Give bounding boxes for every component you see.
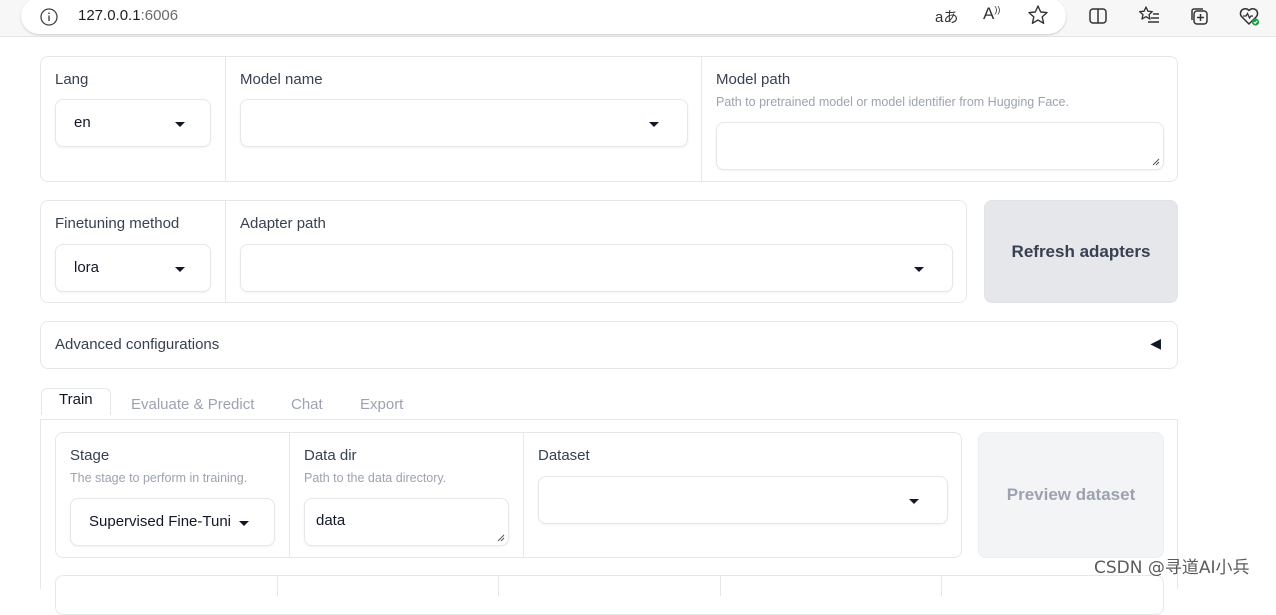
finetuning-method-dropdown[interactable]: lora [55, 244, 211, 292]
browser-toolbar: 127.0.0.1:6006 aあ A)) [0, 0, 1276, 37]
browser-essentials-icon[interactable] [1238, 5, 1260, 27]
divider [498, 576, 499, 596]
adapter-path-group: Adapter path [225, 201, 966, 302]
stage-label: Stage [70, 447, 110, 464]
chevron-down-icon [909, 499, 919, 504]
data-dir-label: Data dir [304, 447, 357, 464]
model-path-group: Model path Path to pretrained model or m… [701, 57, 1177, 181]
info-icon[interactable] [40, 8, 58, 26]
model-path-label: Model path [716, 71, 791, 88]
data-dir-info: Path to the data directory. [304, 471, 447, 485]
tab-train[interactable]: Train [41, 388, 111, 415]
translate-icon[interactable]: aあ [935, 6, 958, 27]
resize-handle-icon[interactable] [497, 534, 505, 542]
dataset-config-row: Stage The stage to perform in training. … [55, 432, 962, 558]
collections-icon[interactable] [1188, 5, 1210, 27]
stage-dropdown[interactable]: Supervised Fine-Tuni [70, 498, 275, 546]
finetuning-method-value: lora [74, 259, 100, 276]
divider [277, 576, 278, 596]
resize-handle-icon[interactable] [1152, 158, 1160, 166]
tab-chat[interactable]: Chat [291, 396, 323, 413]
stage-info: The stage to perform in training. [70, 471, 248, 485]
training-params-row [55, 575, 1164, 615]
tab-evaluate-predict[interactable]: Evaluate & Predict [131, 396, 254, 413]
advanced-configurations-accordion[interactable]: Advanced configurations ◀ [40, 321, 1178, 369]
adapter-config-row: Finetuning method lora Adapter path [40, 200, 967, 303]
model-config-row: Lang en Model name Model path Path to pr… [40, 56, 1178, 182]
finetuning-method-group: Finetuning method lora [41, 201, 225, 302]
lang-label: Lang [55, 71, 89, 88]
read-aloud-icon[interactable]: A)) [983, 4, 1000, 24]
lang-value: en [74, 114, 91, 131]
model-name-dropdown[interactable] [240, 99, 688, 147]
model-name-group: Model name [225, 57, 701, 181]
divider [941, 576, 942, 596]
watermark: CSDN @寻道AI小兵 [1094, 558, 1250, 578]
dataset-dropdown[interactable] [538, 476, 948, 524]
model-name-label: Model name [240, 71, 323, 88]
model-path-input[interactable] [716, 122, 1164, 170]
favorite-star-icon[interactable] [1027, 4, 1049, 26]
chevron-down-icon [239, 521, 249, 526]
preview-dataset-button[interactable]: Preview dataset [978, 432, 1164, 558]
lang-dropdown[interactable]: en [55, 99, 211, 147]
data-dir-group: Data dir Path to the data directory. dat… [289, 433, 523, 557]
data-dir-value: data [316, 512, 346, 529]
lang-group: Lang en [41, 57, 225, 181]
tab-export[interactable]: Export [360, 396, 403, 413]
dataset-group: Dataset [523, 433, 961, 557]
data-dir-input[interactable]: data [304, 498, 509, 546]
split-screen-icon[interactable] [1087, 5, 1109, 27]
collapse-toggle-icon[interactable]: ◀ [1150, 335, 1161, 352]
dataset-label: Dataset [538, 447, 590, 464]
adapter-path-label: Adapter path [240, 215, 326, 232]
stage-value: Supervised Fine-Tuni [89, 513, 232, 530]
chevron-down-icon [914, 267, 924, 272]
chevron-down-icon [175, 267, 185, 272]
refresh-adapters-button[interactable]: Refresh adapters [984, 200, 1178, 303]
divider [720, 576, 721, 596]
adapter-path-dropdown[interactable] [240, 244, 953, 292]
stage-group: Stage The stage to perform in training. … [56, 433, 289, 557]
finetuning-method-label: Finetuning method [55, 215, 180, 232]
favorites-list-icon[interactable] [1138, 5, 1160, 27]
address-text[interactable]: 127.0.0.1:6006 [78, 7, 178, 24]
address-bar[interactable]: 127.0.0.1:6006 aあ A)) [21, 0, 1066, 34]
chevron-down-icon [649, 122, 659, 127]
advanced-configurations-label: Advanced configurations [55, 336, 220, 353]
model-path-info: Path to pretrained model or model identi… [716, 95, 1069, 109]
chevron-down-icon [175, 122, 185, 127]
